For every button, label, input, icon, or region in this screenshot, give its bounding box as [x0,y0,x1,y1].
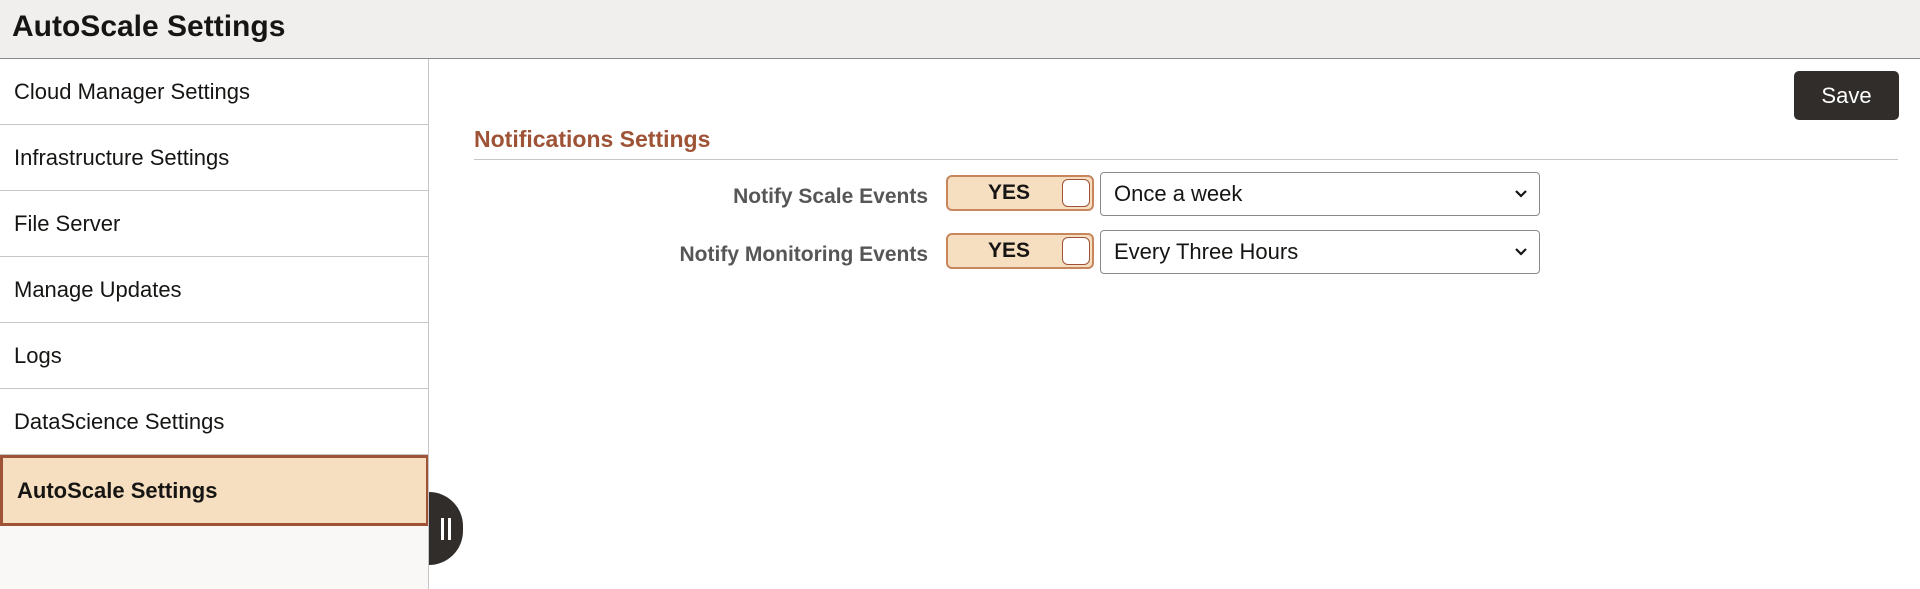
sidebar-item-file-server[interactable]: File Server [0,191,428,257]
notify-scale-events-frequency-select[interactable]: Once a week [1100,172,1540,216]
toggle-knob [1062,237,1090,265]
sidebar-item-autoscale-settings[interactable]: AutoScale Settings [0,455,428,526]
sidebar-item-logs[interactable]: Logs [0,323,428,389]
app-header: AutoScale Settings [0,0,1920,59]
section-title: Notifications Settings [474,126,1898,160]
toggle-state-label: YES [988,181,1031,204]
field-row-notify-monitoring-events: Notify Monitoring Events YES Every Three… [430,230,1920,277]
notify-scale-events-toggle[interactable]: YES [946,175,1094,211]
select-value: Once a week [1114,181,1243,206]
chevron-down-icon [1515,190,1527,198]
field-row-notify-scale-events: Notify Scale Events YES Once a week [430,172,1920,219]
page-title: AutoScale Settings [12,10,286,43]
sidebar-item-datascience-settings[interactable]: DataScience Settings [0,389,428,455]
sidebar-item-cloud-manager-settings[interactable]: Cloud Manager Settings [0,59,428,125]
toggle-state-label: YES [988,239,1031,262]
toggle-knob [1062,179,1090,207]
chevron-down-icon [1515,248,1527,256]
sidebar: Cloud Manager Settings Infrastructure Se… [0,59,429,589]
sidebar-item-infrastructure-settings[interactable]: Infrastructure Settings [0,125,428,191]
sidebar-item-manage-updates[interactable]: Manage Updates [0,257,428,323]
main-content: Save Notifications Settings Notify Scale… [430,59,1920,589]
notify-monitoring-events-toggle[interactable]: YES [946,233,1094,269]
field-label: Notify Monitoring Events [679,243,929,266]
field-label: Notify Scale Events [733,185,928,208]
save-button[interactable]: Save [1794,71,1899,120]
notify-monitoring-events-frequency-select[interactable]: Every Three Hours [1100,230,1540,274]
select-value: Every Three Hours [1114,239,1299,264]
